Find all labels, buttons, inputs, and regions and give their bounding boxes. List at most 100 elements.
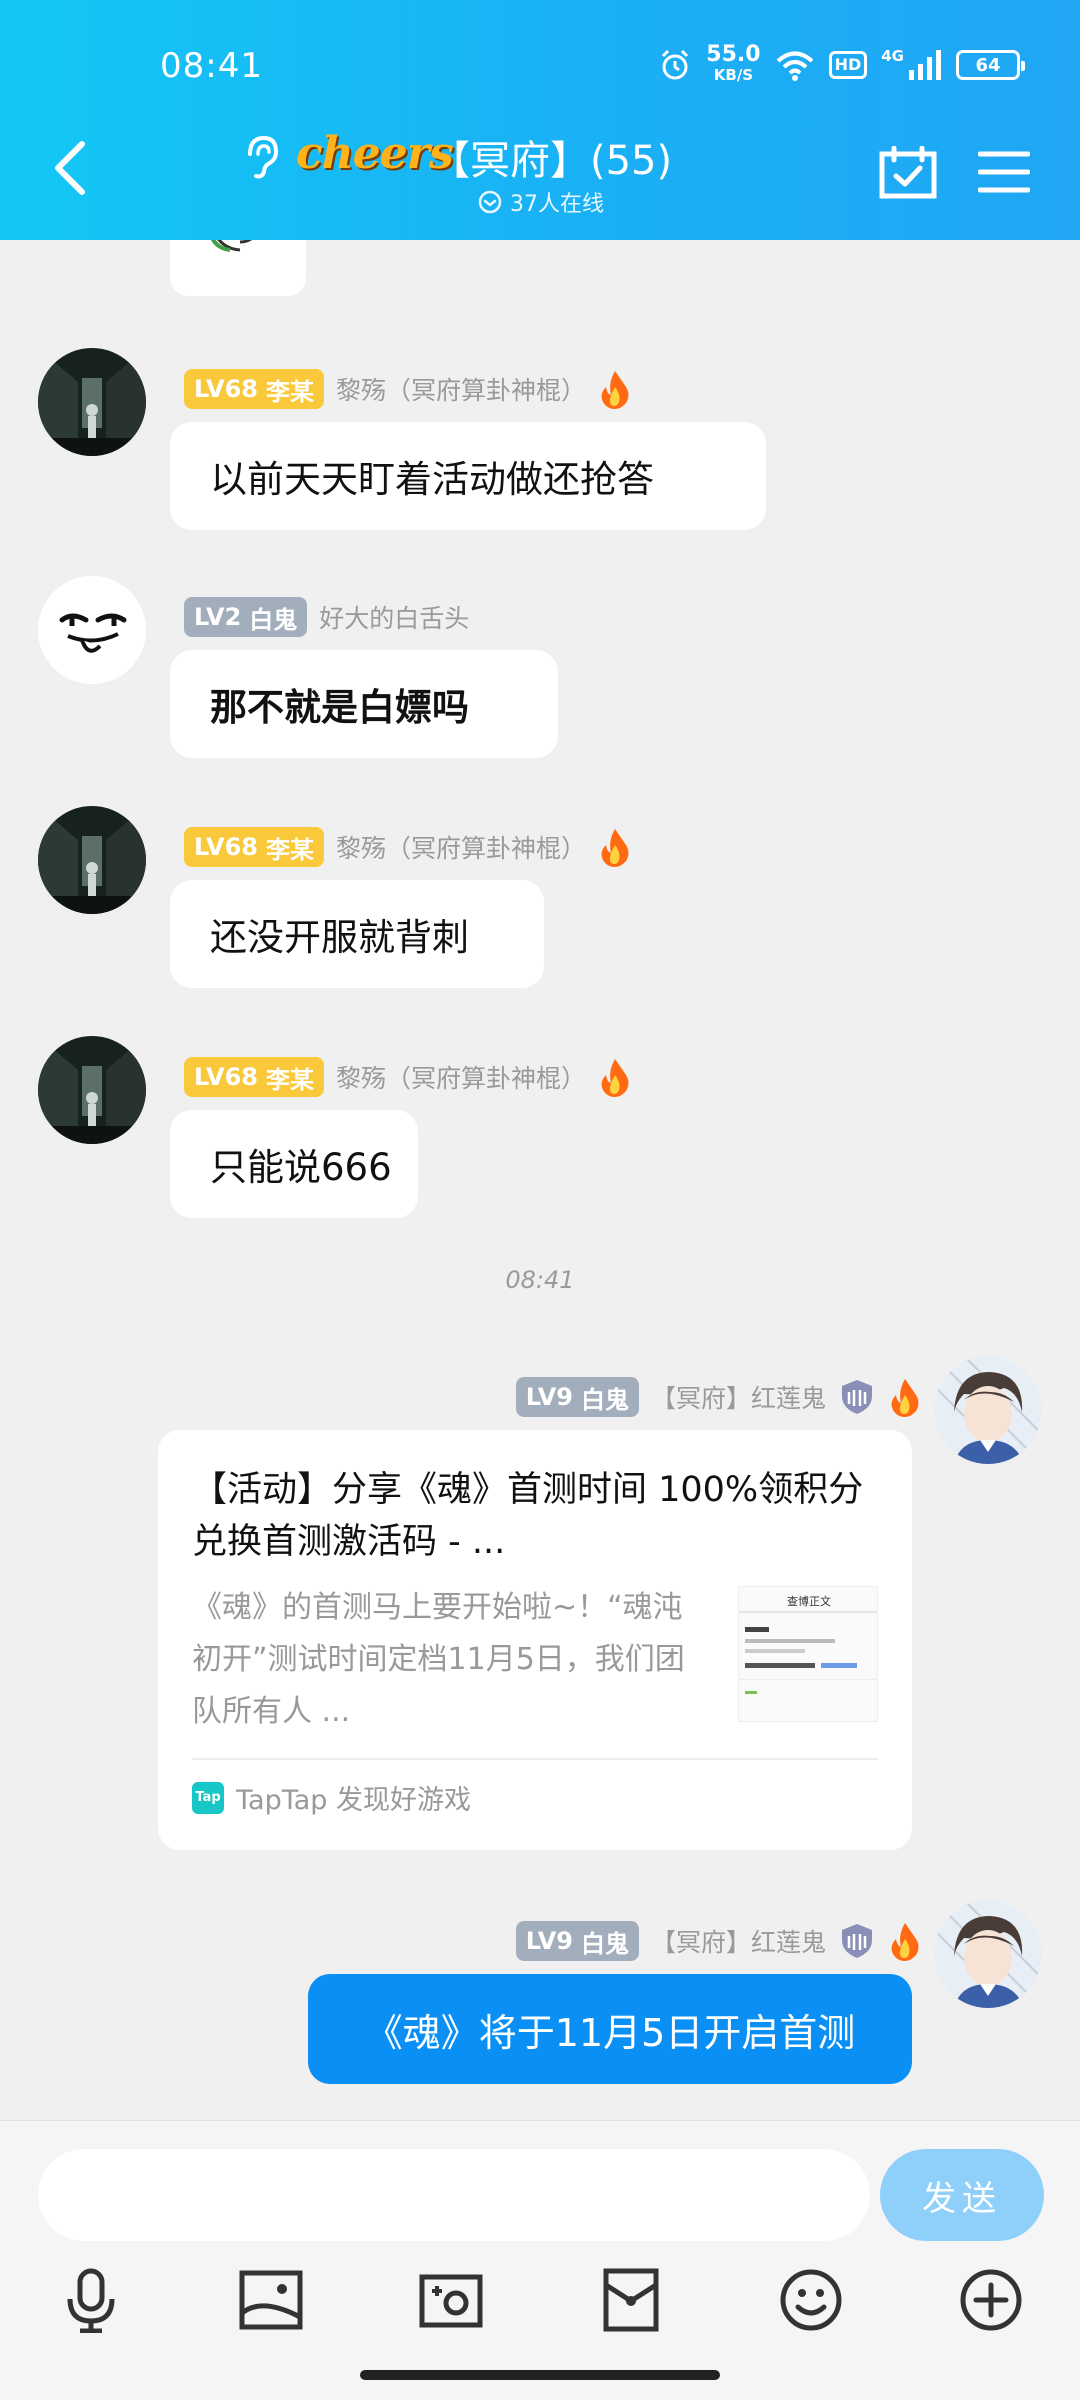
microphone-icon <box>67 2268 115 2334</box>
sender-name[interactable]: 好大的白舌头 <box>319 599 469 635</box>
level-badge: LV68 李某 <box>184 827 324 867</box>
sender-meta: LV68 李某 黎殇（冥府算卦神棍） <box>184 826 632 868</box>
card-thumbnail: 查博正文 <box>738 1586 878 1722</box>
chat-message: LV68 李某 黎殇（冥府算卦神棍） 只能说666 <box>0 1036 1080 1218</box>
menu-button[interactable] <box>977 150 1031 194</box>
flame-icon <box>891 1379 919 1417</box>
network-speed: 55.0 KB/S <box>706 42 761 85</box>
message-bubble[interactable]: 《魂》将于11月5日开启首测 <box>308 1974 912 2084</box>
online-icon <box>478 190 502 214</box>
calendar-check-icon <box>879 145 937 199</box>
sender-meta: LV2 白鬼 好大的白舌头 <box>184 596 469 638</box>
battery-level: 64 <box>975 54 1001 76</box>
level-badge: LV68 李某 <box>184 369 324 409</box>
more-button[interactable] <box>958 2267 1024 2333</box>
card-divider <box>192 1758 878 1760</box>
group-title[interactable]: cheers 【冥府】(55) 37人在线 <box>240 128 840 228</box>
send-button[interactable]: 发送 <box>880 2149 1044 2241</box>
shield-badge-icon <box>842 1380 872 1414</box>
sender-name[interactable]: 黎殇（冥府算卦神棍） <box>336 371 586 407</box>
group-name: 【冥府】(55) <box>430 138 673 184</box>
flame-icon <box>891 1923 919 1961</box>
flame-icon <box>601 829 629 867</box>
level-badge: LV9 白鬼 <box>515 1921 639 1961</box>
network-type: 4G <box>881 47 904 65</box>
sender-meta: LV9 白鬼 【冥府】红莲鬼 <box>515 1920 922 1962</box>
message-bubble[interactable]: 只能说666 <box>170 1110 418 1218</box>
message-timestamp: 08:41 <box>505 1266 575 1294</box>
avatar[interactable] <box>38 348 146 456</box>
emoji-button[interactable] <box>778 2267 844 2333</box>
sender-name[interactable]: 【冥府】红莲鬼 <box>651 1379 826 1415</box>
app-header: 08:41 55.0 KB/S HD 4G 64 cheers 【冥府】(55)… <box>0 0 1080 240</box>
source-text: TapTap 发现好游戏 <box>236 1785 471 1816</box>
avatar[interactable] <box>38 1036 146 1144</box>
link-card[interactable]: 【活动】分享《魂》首测时间 100%领积分兑换首测激活码 - ... 《魂》的首… <box>158 1430 912 1850</box>
avatar-image <box>934 1356 1042 1464</box>
message-bubble[interactable]: 还没开服就背刺 <box>170 880 544 988</box>
avatar[interactable] <box>38 576 146 684</box>
image-icon <box>239 2270 303 2330</box>
input-area: 发送 <box>0 2120 1080 2400</box>
card-title: 【活动】分享《魂》首测时间 100%领积分兑换首测激活码 - ... <box>192 1470 864 1562</box>
level-badge: LV2 白鬼 <box>184 597 308 637</box>
plus-icon <box>960 2269 1022 2331</box>
chat-message: LV2 白鬼 好大的白舌头 那不就是白嫖吗 <box>0 576 1080 758</box>
watermelon-sticker-icon <box>211 240 252 252</box>
chat-message-self: LV9 白鬼 【冥府】红莲鬼 《魂》将于11月5日开启首测 <box>0 1900 1080 2100</box>
avatar[interactable] <box>934 1900 1042 2008</box>
message-input[interactable] <box>38 2149 870 2241</box>
home-indicator[interactable] <box>360 2370 720 2380</box>
level-badge: LV9 白鬼 <box>515 1377 639 1417</box>
online-text: 37人在线 <box>510 192 604 217</box>
emoji-icon <box>780 2269 842 2331</box>
sender-meta: LV68 李某 黎殇（冥府算卦神棍） <box>184 1056 632 1098</box>
avatar-image <box>934 1900 1042 2008</box>
signal-icon <box>909 50 941 80</box>
online-count: 37人在线 <box>478 186 604 218</box>
input-toolbar <box>0 2267 1080 2357</box>
sender-name[interactable]: 黎殇（冥府算卦神棍） <box>336 1059 586 1095</box>
avatar-image <box>38 1036 146 1144</box>
camera-button[interactable] <box>418 2267 484 2333</box>
sticker-message[interactable] <box>170 240 306 296</box>
ear-icon <box>248 135 279 179</box>
chat-message: LV68 李某 黎殇（冥府算卦神棍） 还没开服就背刺 <box>0 806 1080 988</box>
card-source: Tap TapTap 发现好游戏 <box>192 1778 471 1817</box>
check-in-button[interactable] <box>878 145 938 200</box>
status-icons: 55.0 KB/S HD 4G 64 <box>658 40 1025 90</box>
red-packet-icon <box>603 2268 659 2332</box>
card-description: 《魂》的首测马上要开始啦~！“魂沌初开”测试时间定档11月5日，我们团队所有人 … <box>192 1590 685 1729</box>
flame-icon <box>601 1059 629 1097</box>
sender-meta: LV9 白鬼 【冥府】红莲鬼 <box>515 1376 922 1418</box>
avatar[interactable] <box>38 806 146 914</box>
voice-button[interactable] <box>58 2267 124 2334</box>
shield-badge-icon <box>842 1924 872 1958</box>
wifi-icon <box>776 51 813 81</box>
avatar[interactable] <box>934 1356 1042 1464</box>
sender-meta: LV68 李某 黎殇（冥府算卦神棍） <box>184 368 632 410</box>
level-badge: LV68 李某 <box>184 1057 324 1097</box>
chat-message: LV68 李某 黎殇（冥府算卦神棍） 以前天天盯着活动做还抢答 <box>0 348 1080 530</box>
thumbnail-title: 查博正文 <box>787 1595 831 1608</box>
sender-name[interactable]: 黎殇（冥府算卦神棍） <box>336 829 586 865</box>
battery-icon: 64 <box>956 50 1025 80</box>
status-time: 08:41 <box>160 46 263 86</box>
chat-message-self: LV9 白鬼 【冥府】红莲鬼 【活动】分享《魂》首测时间 100%领积分兑换首测… <box>0 1356 1080 1850</box>
alarm-icon <box>662 49 689 80</box>
chevron-left-icon <box>55 141 85 195</box>
sender-name[interactable]: 【冥府】红莲鬼 <box>651 1923 826 1959</box>
red-packet-button[interactable] <box>598 2267 664 2333</box>
avatar-image <box>38 806 146 914</box>
avatar-image <box>38 576 146 684</box>
back-button[interactable] <box>50 140 100 200</box>
message-bubble[interactable]: 以前天天盯着活动做还抢答 <box>170 422 766 530</box>
camera-icon <box>419 2274 483 2328</box>
message-bubble[interactable]: 那不就是白嫖吗 <box>170 650 558 758</box>
hd-badge: HD <box>828 51 868 79</box>
flame-icon <box>601 371 629 409</box>
avatar-image <box>38 348 146 456</box>
hamburger-icon <box>977 151 1031 193</box>
image-button[interactable] <box>238 2267 304 2333</box>
chat-list[interactable]: LV68 李某 黎殇（冥府算卦神棍） 以前天天盯着活动做还抢答 LV2 白鬼 好… <box>0 240 1080 2120</box>
